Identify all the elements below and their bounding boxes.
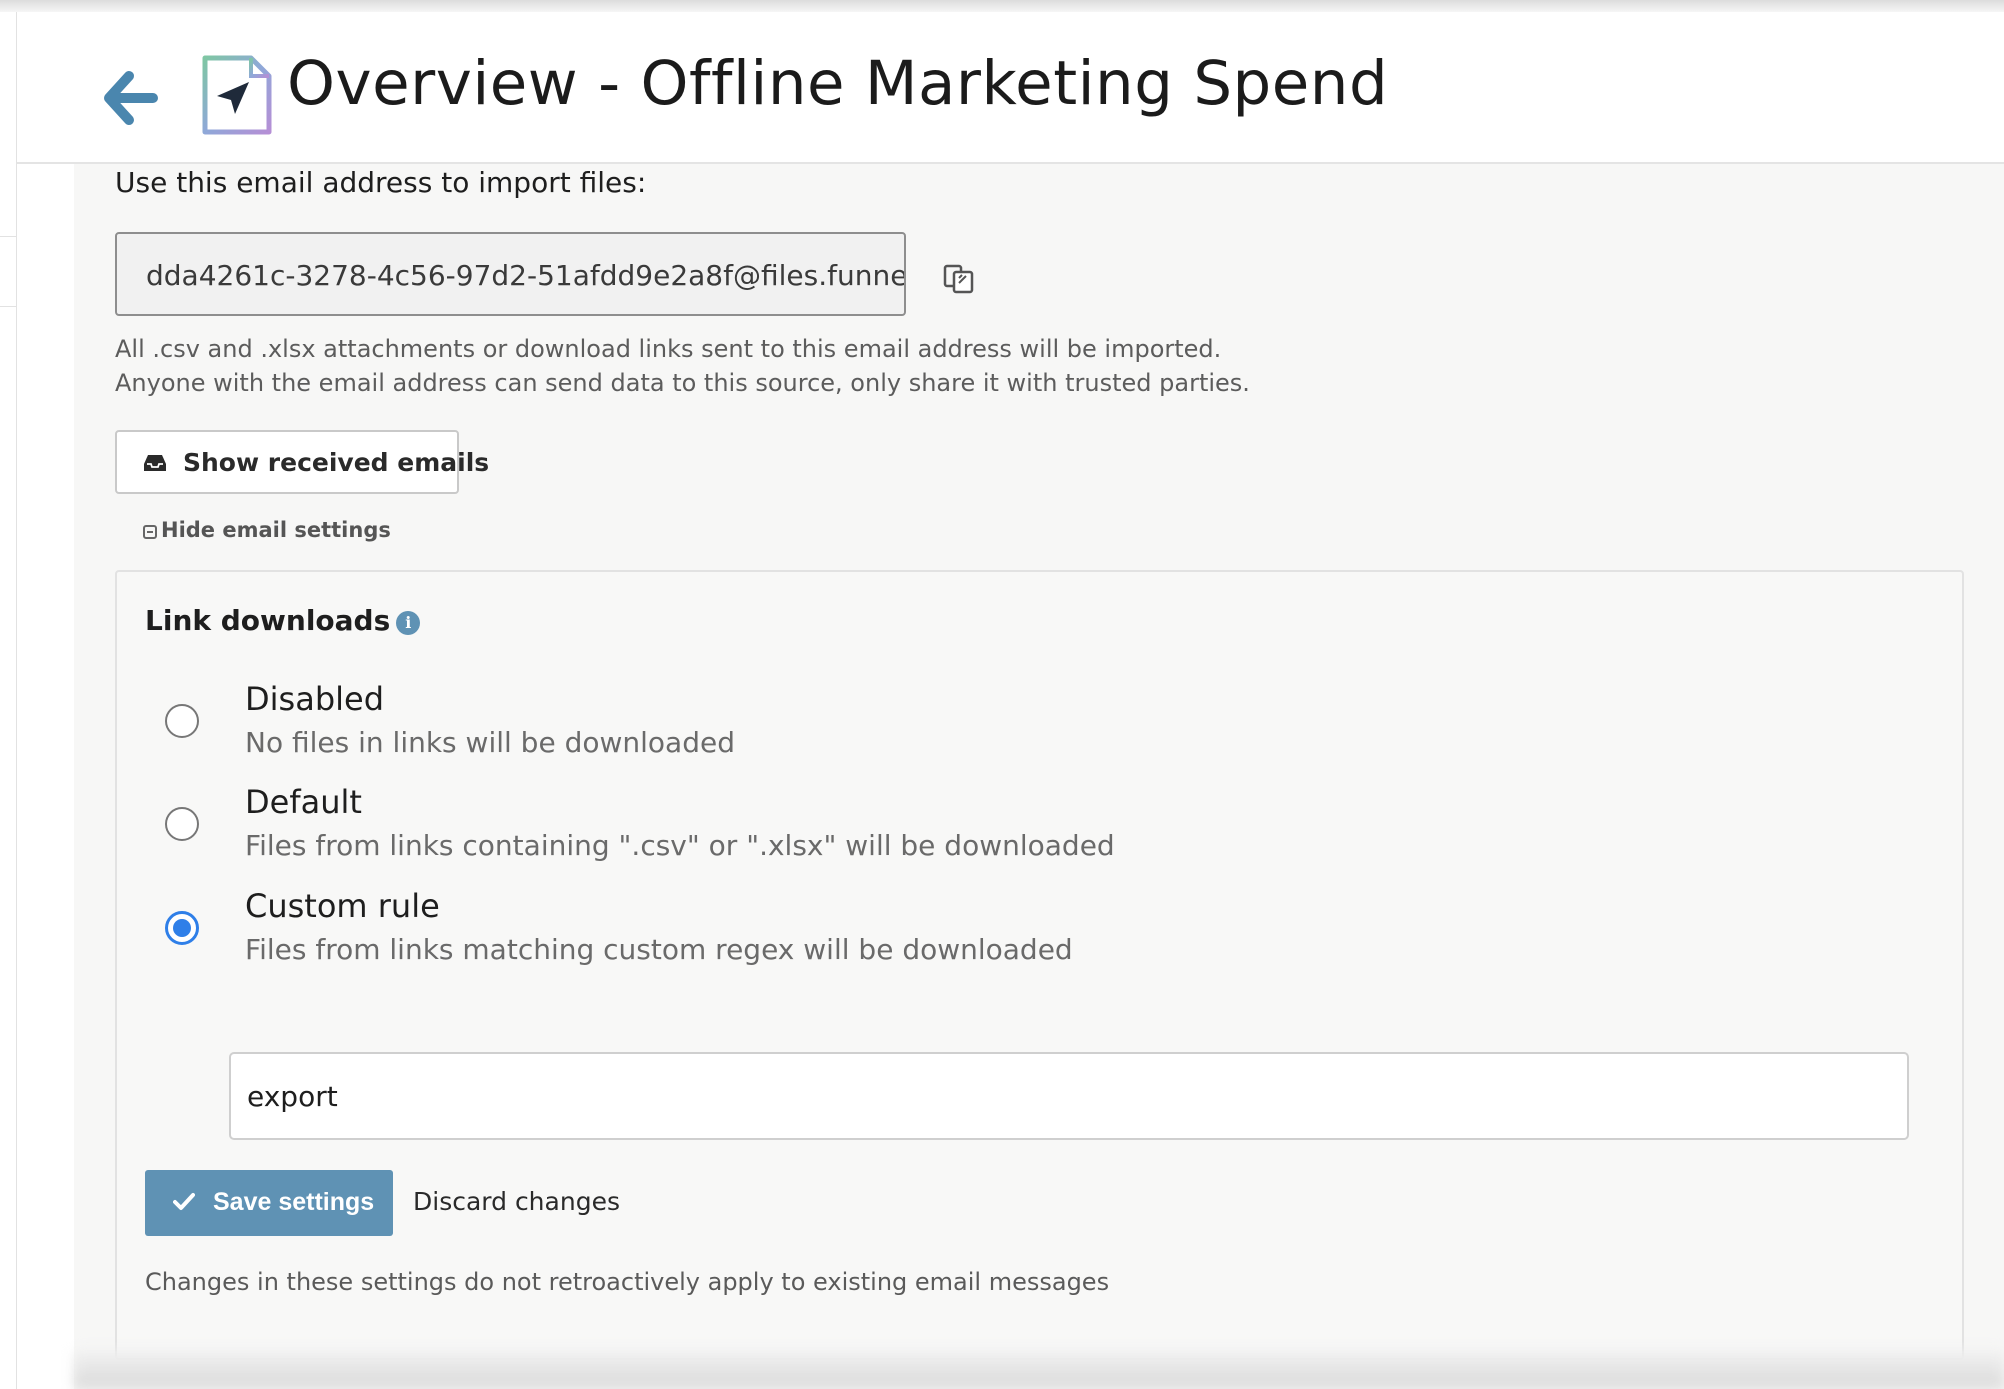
import-email-field[interactable]: dda4261c-3278-4c56-97d2-51afdd9e2a8f@fil… (115, 232, 906, 316)
page-title: Overview - Offline Marketing Spend (287, 48, 1389, 119)
main-content: Use this email address to import files: … (74, 164, 2004, 1389)
hide-email-settings-label: Hide email settings (161, 518, 391, 542)
save-settings-button[interactable]: Save settings (145, 1170, 393, 1236)
show-received-emails-label: Show received emails (183, 448, 490, 477)
link-downloads-heading: Link downloads i (145, 604, 421, 637)
page-header: Overview - Offline Marketing Spend (17, 12, 2004, 164)
page: Overview - Offline Marketing Spend Use t… (0, 0, 2004, 1389)
radio-option-description: Files from links matching custom regex w… (245, 933, 1073, 966)
info-icon[interactable]: i (396, 611, 421, 635)
rail-divider (0, 236, 16, 237)
hide-email-settings-toggle[interactable]: Hide email settings (143, 518, 391, 542)
rail-divider (0, 306, 16, 307)
copy-icon (943, 264, 974, 294)
left-rail (0, 12, 17, 1389)
note-line: Anyone with the email address can send d… (115, 369, 1250, 397)
radio-button-selected[interactable] (165, 911, 199, 945)
radio-button[interactable] (165, 704, 199, 738)
radio-option-title: Disabled (245, 680, 385, 718)
radio-option-description: No files in links will be downloaded (245, 726, 735, 759)
radio-option-custom-rule[interactable]: Custom rule Files from links matching cu… (165, 887, 1565, 987)
collapse-icon (143, 525, 157, 539)
show-received-emails-button[interactable]: Show received emails (115, 430, 489, 494)
radio-button[interactable] (165, 807, 199, 841)
document-send-icon (199, 54, 277, 136)
link-downloads-title: Link downloads (145, 604, 391, 637)
radio-option-title: Custom rule (245, 887, 440, 925)
custom-regex-input[interactable] (229, 1052, 1909, 1140)
top-edge (0, 0, 2004, 12)
email-settings-panel: Link downloads i Disabled No files in lin… (115, 570, 1964, 1360)
inbox-icon (144, 455, 166, 471)
note-line: All .csv and .xlsx attachments or downlo… (115, 335, 1222, 363)
radio-option-disabled[interactable]: Disabled No files in links will be downl… (165, 680, 1565, 780)
email-import-note: All .csv and .xlsx attachments or downlo… (115, 332, 1250, 400)
save-settings-label: Save settings (213, 1188, 375, 1216)
copy-button[interactable] (940, 258, 978, 296)
email-import-label: Use this email address to import files: (115, 166, 647, 199)
discard-changes-link[interactable]: Discard changes (413, 1187, 620, 1216)
radio-option-title: Default (245, 783, 362, 821)
settings-footer-note: Changes in these settings do not retroac… (145, 1268, 1110, 1296)
bottom-edge-shadow (74, 1350, 2004, 1389)
radio-option-default[interactable]: Default Files from links containing ".cs… (165, 783, 1565, 883)
radio-option-description: Files from links containing ".csv" or ".… (245, 829, 1115, 862)
arrow-left-icon (104, 71, 158, 125)
checkmark-icon (173, 1193, 195, 1210)
back-button[interactable] (95, 64, 167, 136)
